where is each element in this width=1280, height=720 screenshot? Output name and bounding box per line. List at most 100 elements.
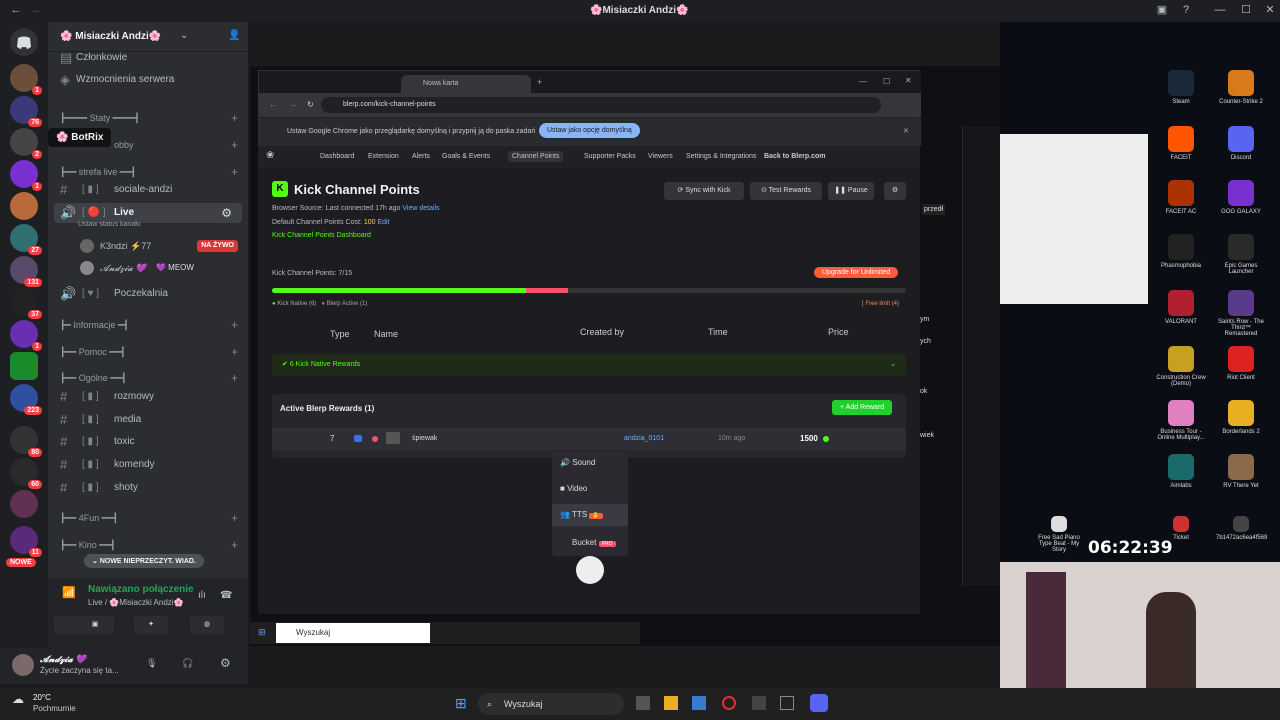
nav-supporter-packs[interactable]: Supporter Packs [584, 153, 636, 160]
minimize-icon[interactable]: — [859, 77, 867, 86]
test-rewards-button[interactable]: ⊙ Test Rewards [750, 182, 822, 200]
desktop-icon-faceit-ac[interactable]: FACEIT AC [1156, 180, 1206, 215]
desktop-icon-aimlabs[interactable]: Aimlabs [1156, 454, 1206, 489]
server-icon[interactable] [10, 490, 38, 518]
category-pomoc[interactable]: ┣━━ Pomoc ━━┫ + [48, 342, 248, 362]
desktop-icon-discord[interactable]: Discord [1216, 126, 1266, 161]
menu-bucket[interactable]: Bucket PRO [572, 538, 616, 547]
desktop-icon-rv-there-yet[interactable]: RV There Yet [1216, 454, 1266, 489]
forward-arrow-icon[interactable]: → [30, 4, 42, 16]
channel-rozmowy[interactable]: #[ ▮ ] rozmowy [48, 387, 248, 407]
menu-video[interactable]: ■ Video [560, 484, 587, 493]
discord-home-icon[interactable] [10, 28, 38, 56]
server-icon[interactable]: 11 [10, 526, 42, 557]
desktop-icon-saints-row[interactable]: Saints Row - The Third™ Remastered [1216, 290, 1266, 337]
nav-extension[interactable]: Extension [368, 153, 399, 160]
desktop-icon-faceit[interactable]: FACEIT [1156, 126, 1206, 161]
settings-icon[interactable]: ⚙ [884, 182, 906, 200]
server-icon[interactable] [10, 192, 38, 220]
new-unread-pill[interactable]: ⌄ NOWE NIEPRZECZYT. WIAD. [84, 554, 204, 568]
nav-settings[interactable]: Settings & Integrations [686, 153, 756, 160]
table-row[interactable]: 7 śpiewak andzia_0101 10m ago 1500 [272, 428, 906, 450]
category-4fun[interactable]: ┣━━ 4Fun ━━┫ + [48, 508, 248, 528]
taskbar-search[interactable]: ⌕ Wyszukaj [478, 693, 624, 715]
set-default-button[interactable]: Ustaw jako opcję domyślną [539, 123, 640, 138]
kick-server-icon[interactable] [10, 352, 38, 380]
minimize-icon[interactable]: — [1214, 4, 1226, 16]
screen-share-button[interactable]: ▣ [78, 616, 112, 634]
channel-live[interactable]: 🔊[ 🔴 ] Live ⚙ [54, 203, 242, 223]
noise-icon[interactable]: ılı [198, 590, 206, 601]
store-icon[interactable] [692, 696, 706, 710]
category-ogolne[interactable]: ┣━━ Ogólne ━━┫ + [48, 368, 248, 388]
desktop-icon-steam[interactable]: Steam [1156, 70, 1206, 105]
discord-taskbar-icon[interactable] [810, 694, 828, 712]
headphones-icon[interactable]: 🎧 [182, 658, 193, 669]
nav-viewers[interactable]: Viewers [648, 153, 673, 160]
avatar[interactable] [12, 654, 34, 676]
task-view-icon[interactable] [636, 696, 650, 710]
upgrade-button[interactable]: Upgrade for Unlimited [814, 267, 899, 278]
dashboard-link[interactable]: Kick Channel Points Dashboard [272, 232, 371, 239]
server-icon[interactable]: 37 [10, 288, 42, 319]
desktop-icon-cs2[interactable]: Counter-Strike 2 [1216, 70, 1266, 105]
desktop-icon-borderlands[interactable]: Borderlands 2 [1216, 400, 1266, 435]
start-icon[interactable]: ⊞ [455, 695, 467, 712]
menu-tts[interactable]: 👥 TTS ✋ [552, 504, 628, 526]
server-icon[interactable]: 27 [10, 224, 42, 255]
desktop-icon-phasmophobia[interactable]: Phasmophobia [1156, 234, 1206, 269]
new-tab-icon[interactable]: + [537, 77, 542, 87]
voice-user[interactable]: 𝓐𝓷𝓭𝔃𝓲𝓪 💜 💜 MEOW [48, 258, 248, 278]
desktop-icon-valorant[interactable]: VALORANT [1156, 290, 1206, 325]
sync-kick-button[interactable]: ⟳ Sync with Kick [664, 182, 744, 200]
soundboard-button[interactable]: ◍ [190, 616, 224, 634]
user-settings-icon[interactable]: ⚙ [220, 656, 231, 670]
server-icon[interactable]: 76 [10, 96, 42, 127]
menu-sound[interactable]: 🔊 Sound [560, 458, 595, 467]
address-bar[interactable]: blerp.com/kick-channel-points [321, 97, 881, 113]
explorer-icon[interactable] [664, 696, 678, 710]
weather-icon[interactable]: ☁ [12, 692, 24, 706]
disconnect-icon[interactable]: ☎ [220, 590, 232, 601]
server-icon[interactable]: 1 [10, 160, 42, 191]
members-item[interactable]: ▤ Członkowie [48, 48, 248, 68]
channel-media[interactable]: #[ ▮ ] media [48, 410, 248, 430]
server-icon[interactable]: 131 [10, 256, 42, 287]
desktop-icon-file[interactable]: 7b1472ac6ea4f569 [1216, 516, 1267, 541]
nav-goals[interactable]: Goals & Events [442, 153, 490, 160]
epic-icon[interactable] [780, 696, 794, 710]
native-rewards-row[interactable]: ✔ 6 Kick Native Rewards ⌄ [272, 354, 906, 376]
category-strefa-live[interactable]: ┣━━ strefa live ━━┫ + [48, 162, 248, 182]
desktop-icon-riot[interactable]: Riot Client [1216, 346, 1266, 381]
desktop-icon-epic[interactable]: Epic Games Launcher [1216, 234, 1266, 275]
desktop-icon-construction-crew[interactable]: Construction Crew (Demo) [1156, 346, 1206, 387]
maximize-icon[interactable]: ☐ [883, 77, 890, 86]
app-icon[interactable] [752, 696, 766, 710]
live-status-hint[interactable]: Ustaw status kanału [78, 221, 141, 228]
add-member-icon[interactable]: 👤 [228, 30, 240, 41]
channel-poczekalnia[interactable]: 🔊[ ♥ ] Poczekalnia [48, 284, 248, 304]
nav-dashboard[interactable]: Dashboard [320, 153, 354, 160]
close-icon[interactable]: ✕ [1264, 4, 1276, 16]
nav-channel-points[interactable]: Channel Points [508, 151, 564, 162]
activities-button[interactable]: ✦ [134, 616, 168, 634]
category-staty[interactable]: ┣━━━━ Staty ━━━━┫ + [48, 108, 248, 128]
nav-back-blerp[interactable]: Back to Blerp.com [764, 153, 825, 160]
voice-user[interactable]: K3ndzi ⚡77 NA ŻYWO [48, 236, 248, 256]
channel-komendy[interactable]: #[ ▮ ] komendy [48, 455, 248, 475]
inbox-icon[interactable]: ▣ [1156, 4, 1168, 16]
back-icon[interactable]: ← [269, 100, 277, 109]
server-icon[interactable]: 1 [10, 320, 42, 351]
add-reward-button[interactable]: + Add Reward [832, 400, 893, 415]
category-kino[interactable]: ┣━━ Kino ━━┫ + [48, 535, 248, 555]
help-icon[interactable]: ? [1180, 4, 1192, 16]
microphone-icon[interactable]: 🎙 [146, 658, 157, 669]
category-informacje[interactable]: ┣━ Informacje ━┫ + [48, 315, 248, 335]
back-arrow-icon[interactable]: ← [10, 4, 22, 16]
browser-tab[interactable]: Nowa karta [401, 75, 531, 93]
close-banner-icon[interactable]: ✕ [903, 127, 909, 135]
channel-toxic[interactable]: #[ ▮ ] toxic [48, 432, 248, 452]
desktop-icon-piano[interactable]: Free Sad Piano Type Beat - My Story [1034, 516, 1084, 553]
server-icon[interactable]: 1 [10, 64, 42, 95]
desktop-icon-business-tour[interactable]: Business Tour - Online Multiplay... [1156, 400, 1206, 441]
